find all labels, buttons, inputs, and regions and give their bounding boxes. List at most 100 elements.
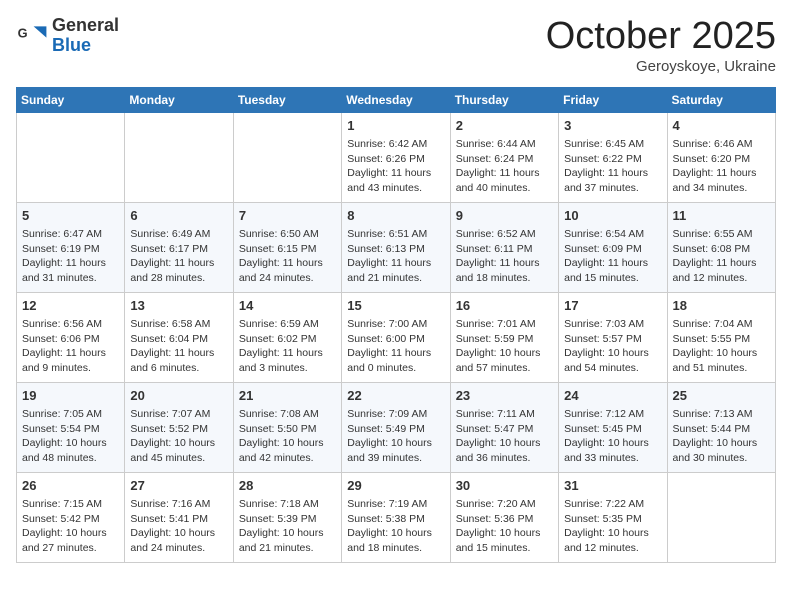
day-info: Daylight: 10 hours and 54 minutes. (564, 346, 661, 375)
day-info: Daylight: 10 hours and 57 minutes. (456, 346, 553, 375)
day-info: Sunset: 5:41 PM (130, 512, 227, 527)
calendar-cell (17, 112, 125, 202)
day-number: 27 (130, 477, 227, 495)
day-info: Sunset: 6:06 PM (22, 332, 119, 347)
day-info: Daylight: 10 hours and 48 minutes. (22, 436, 119, 465)
day-info: Sunrise: 7:04 AM (673, 317, 770, 332)
calendar-cell: 22Sunrise: 7:09 AMSunset: 5:49 PMDayligh… (342, 382, 450, 472)
calendar-cell: 13Sunrise: 6:58 AMSunset: 6:04 PMDayligh… (125, 292, 233, 382)
day-info: Sunrise: 7:11 AM (456, 407, 553, 422)
day-info: Daylight: 11 hours and 31 minutes. (22, 256, 119, 285)
day-info: Sunrise: 7:16 AM (130, 497, 227, 512)
calendar-week-4: 19Sunrise: 7:05 AMSunset: 5:54 PMDayligh… (17, 382, 776, 472)
calendar-cell: 28Sunrise: 7:18 AMSunset: 5:39 PMDayligh… (233, 472, 341, 562)
month-title: October 2025 (546, 16, 776, 58)
day-info: Daylight: 10 hours and 42 minutes. (239, 436, 336, 465)
day-number: 8 (347, 207, 444, 225)
day-number: 17 (564, 297, 661, 315)
day-info: Sunrise: 6:44 AM (456, 137, 553, 152)
calendar-week-3: 12Sunrise: 6:56 AMSunset: 6:06 PMDayligh… (17, 292, 776, 382)
day-info: Sunrise: 6:58 AM (130, 317, 227, 332)
logo-blue-text: Blue (52, 36, 119, 56)
calendar-week-5: 26Sunrise: 7:15 AMSunset: 5:42 PMDayligh… (17, 472, 776, 562)
logo-general-text: General (52, 16, 119, 36)
day-number: 4 (673, 117, 770, 135)
calendar-cell (667, 472, 775, 562)
logo-text: General Blue (52, 16, 119, 56)
day-info: Sunset: 5:49 PM (347, 422, 444, 437)
calendar-cell: 1Sunrise: 6:42 AMSunset: 6:26 PMDaylight… (342, 112, 450, 202)
day-info: Daylight: 10 hours and 27 minutes. (22, 526, 119, 555)
day-info: Daylight: 11 hours and 21 minutes. (347, 256, 444, 285)
day-info: Sunrise: 7:19 AM (347, 497, 444, 512)
day-info: Sunset: 5:50 PM (239, 422, 336, 437)
day-info: Daylight: 10 hours and 18 minutes. (347, 526, 444, 555)
day-info: Daylight: 11 hours and 28 minutes. (130, 256, 227, 285)
calendar-cell: 23Sunrise: 7:11 AMSunset: 5:47 PMDayligh… (450, 382, 558, 472)
calendar-week-2: 5Sunrise: 6:47 AMSunset: 6:19 PMDaylight… (17, 202, 776, 292)
day-info: Sunrise: 7:18 AM (239, 497, 336, 512)
day-info: Daylight: 11 hours and 40 minutes. (456, 166, 553, 195)
day-info: Sunrise: 7:03 AM (564, 317, 661, 332)
day-number: 15 (347, 297, 444, 315)
day-info: Sunset: 5:47 PM (456, 422, 553, 437)
day-info: Sunset: 6:26 PM (347, 152, 444, 167)
day-number: 10 (564, 207, 661, 225)
calendar-cell: 2Sunrise: 6:44 AMSunset: 6:24 PMDaylight… (450, 112, 558, 202)
weekday-header-row: SundayMondayTuesdayWednesdayThursdayFrid… (17, 87, 776, 112)
calendar-cell: 5Sunrise: 6:47 AMSunset: 6:19 PMDaylight… (17, 202, 125, 292)
day-info: Sunrise: 6:50 AM (239, 227, 336, 242)
day-number: 21 (239, 387, 336, 405)
day-info: Daylight: 11 hours and 9 minutes. (22, 346, 119, 375)
calendar-cell: 4Sunrise: 6:46 AMSunset: 6:20 PMDaylight… (667, 112, 775, 202)
day-info: Daylight: 10 hours and 30 minutes. (673, 436, 770, 465)
day-info: Sunset: 5:45 PM (564, 422, 661, 437)
day-info: Sunrise: 7:01 AM (456, 317, 553, 332)
day-info: Daylight: 11 hours and 0 minutes. (347, 346, 444, 375)
calendar-cell: 30Sunrise: 7:20 AMSunset: 5:36 PMDayligh… (450, 472, 558, 562)
day-info: Sunset: 6:19 PM (22, 242, 119, 257)
day-info: Sunrise: 6:42 AM (347, 137, 444, 152)
day-info: Daylight: 10 hours and 15 minutes. (456, 526, 553, 555)
day-info: Daylight: 11 hours and 18 minutes. (456, 256, 553, 285)
day-number: 7 (239, 207, 336, 225)
calendar-cell: 9Sunrise: 6:52 AMSunset: 6:11 PMDaylight… (450, 202, 558, 292)
day-info: Sunset: 6:08 PM (673, 242, 770, 257)
day-info: Sunrise: 7:05 AM (22, 407, 119, 422)
day-number: 23 (456, 387, 553, 405)
day-number: 28 (239, 477, 336, 495)
day-info: Sunset: 5:55 PM (673, 332, 770, 347)
calendar-cell: 20Sunrise: 7:07 AMSunset: 5:52 PMDayligh… (125, 382, 233, 472)
day-info: Daylight: 10 hours and 33 minutes. (564, 436, 661, 465)
weekday-header-tuesday: Tuesday (233, 87, 341, 112)
calendar-cell: 31Sunrise: 7:22 AMSunset: 5:35 PMDayligh… (559, 472, 667, 562)
calendar-cell: 14Sunrise: 6:59 AMSunset: 6:02 PMDayligh… (233, 292, 341, 382)
calendar-cell: 8Sunrise: 6:51 AMSunset: 6:13 PMDaylight… (342, 202, 450, 292)
day-info: Daylight: 10 hours and 45 minutes. (130, 436, 227, 465)
day-number: 3 (564, 117, 661, 135)
calendar-cell: 29Sunrise: 7:19 AMSunset: 5:38 PMDayligh… (342, 472, 450, 562)
day-number: 20 (130, 387, 227, 405)
location-label: Geroyskoye, Ukraine (546, 58, 776, 75)
title-block: October 2025 Geroyskoye, Ukraine (546, 16, 776, 75)
day-info: Sunset: 5:57 PM (564, 332, 661, 347)
weekday-header-friday: Friday (559, 87, 667, 112)
day-info: Daylight: 10 hours and 24 minutes. (130, 526, 227, 555)
day-info: Sunset: 5:59 PM (456, 332, 553, 347)
day-info: Sunset: 5:52 PM (130, 422, 227, 437)
day-info: Sunrise: 7:08 AM (239, 407, 336, 422)
day-info: Sunrise: 6:54 AM (564, 227, 661, 242)
day-info: Sunset: 6:15 PM (239, 242, 336, 257)
day-number: 30 (456, 477, 553, 495)
day-info: Sunset: 6:11 PM (456, 242, 553, 257)
day-info: Daylight: 10 hours and 39 minutes. (347, 436, 444, 465)
calendar-cell: 18Sunrise: 7:04 AMSunset: 5:55 PMDayligh… (667, 292, 775, 382)
day-info: Sunset: 5:38 PM (347, 512, 444, 527)
day-info: Sunrise: 6:56 AM (22, 317, 119, 332)
calendar-cell: 6Sunrise: 6:49 AMSunset: 6:17 PMDaylight… (125, 202, 233, 292)
calendar-cell (233, 112, 341, 202)
calendar-cell: 21 Sunrise: 7:08 AMSunset: 5:50 PMDayligh… (233, 382, 341, 472)
svg-text:G: G (18, 25, 28, 40)
day-info: Sunrise: 7:09 AM (347, 407, 444, 422)
day-info: Sunset: 5:39 PM (239, 512, 336, 527)
